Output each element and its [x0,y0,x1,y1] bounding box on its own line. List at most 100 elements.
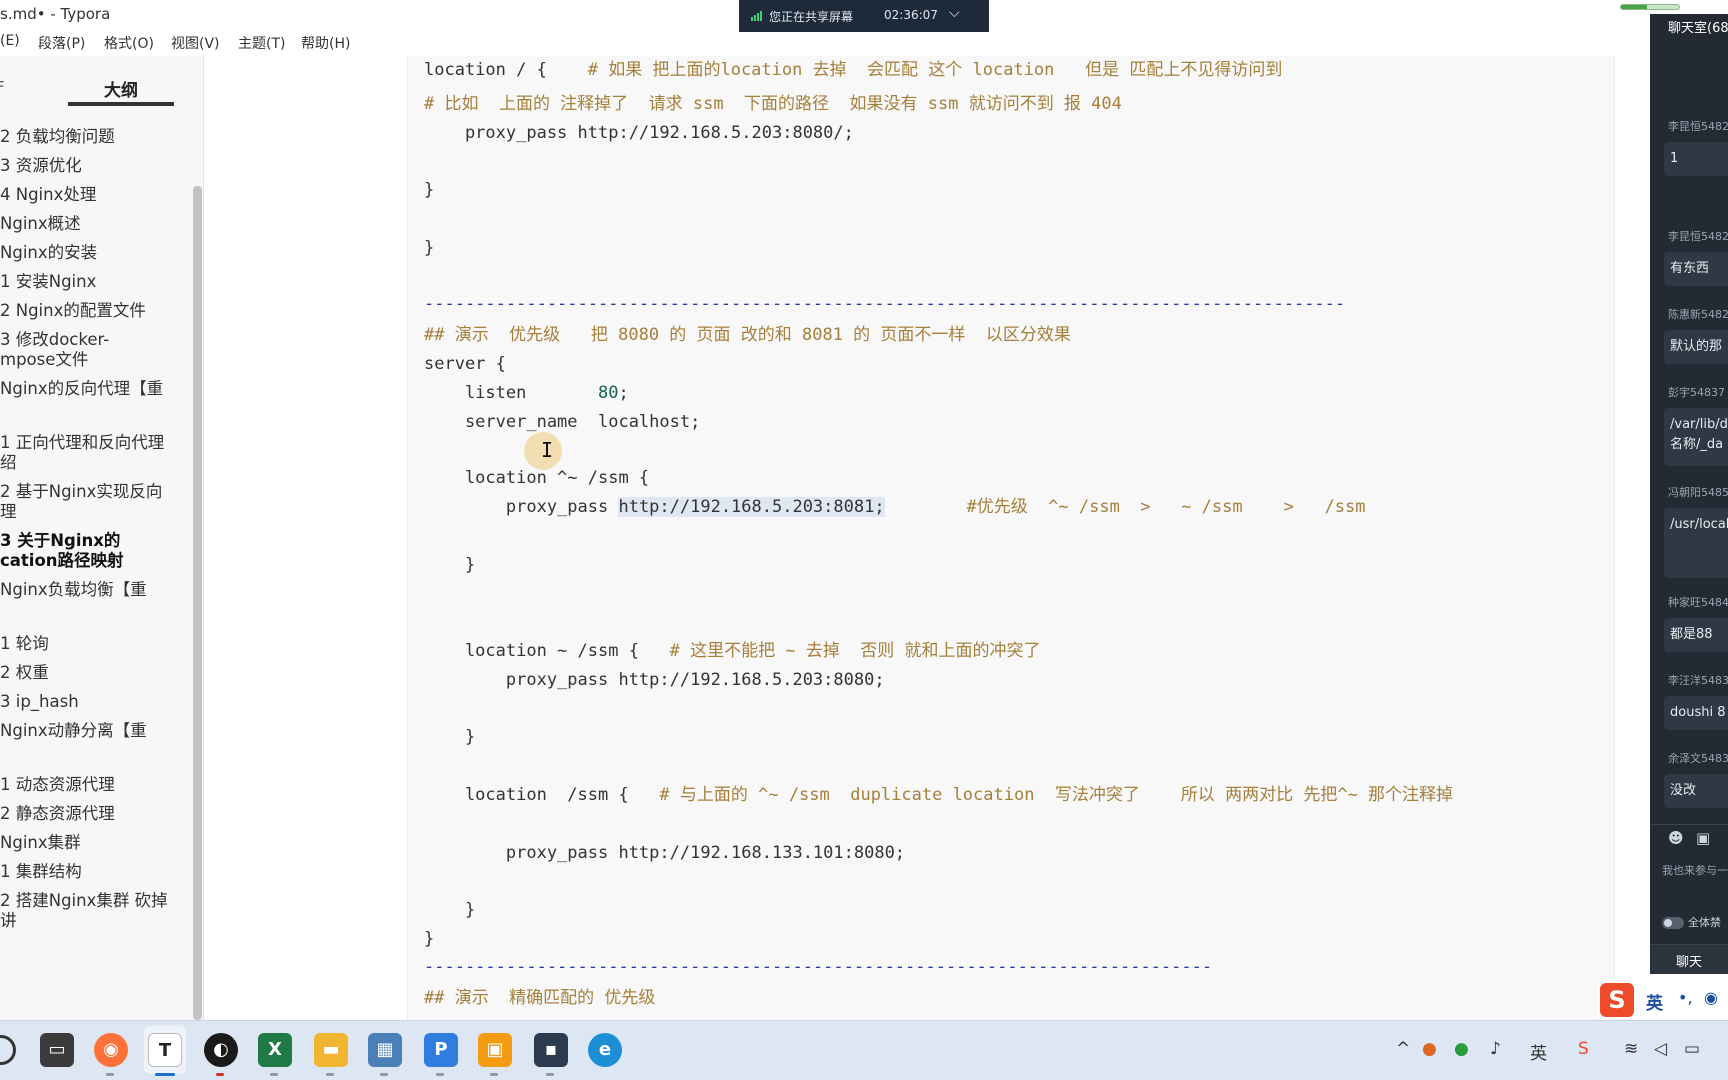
outline-item[interactable]: 2 权重 [0,662,188,684]
sidebar-scrollbar[interactable] [193,186,202,1020]
code-line[interactable]: } [424,929,434,949]
outline-item[interactable]: 1 轮询 [0,633,188,655]
outline-item[interactable]: 理 [0,501,188,523]
running-indicator [490,1073,498,1076]
typora-icon[interactable]: T [148,1033,182,1067]
firefox-icon[interactable]: ◉ [94,1033,128,1067]
code-block[interactable] [407,56,1615,1020]
chat-sender: 冯朝阳5485 [1668,486,1728,499]
code-line[interactable]: server { [424,354,506,374]
outline-item[interactable]: 2 负载均衡问题 [0,126,188,148]
outline-item[interactable]: Nginx的反向代理【重 [0,378,188,400]
tray-expand-icon[interactable]: ^ [1396,1039,1410,1059]
chat-input-hint[interactable]: 我也来参与一下 [1662,862,1728,878]
outline-item[interactable]: 讲 [0,910,188,932]
excel-icon[interactable]: X [258,1033,292,1067]
pdf-app-icon[interactable]: P [424,1033,458,1067]
menu-help[interactable]: 帮助(H) [301,33,350,53]
outline-item[interactable]: 3 资源优化 [0,155,188,177]
chat-sender: 余泽文5483 [1668,752,1728,765]
menu-theme[interactable]: 主题(T) [238,33,285,53]
outline-item[interactable]: Nginx负载均衡【重 [0,579,188,601]
chat-message: /var/lib/d 名称/_da [1664,408,1728,466]
battery-icon[interactable]: ▭ [1684,1039,1700,1059]
code-line[interactable]: location /ssm { [424,785,659,805]
outline-item[interactable]: 3 修改docker- [0,329,188,351]
outline-item[interactable]: 1 动态资源代理 [0,774,188,796]
code-line[interactable]: location ~ /ssm { [424,641,670,661]
menu-edit[interactable]: (E) [0,33,20,49]
sogou-tray-icon[interactable]: S [1578,1039,1589,1059]
code-line[interactable]: } [424,727,475,747]
mute-all-toggle[interactable]: 全体禁 [1662,914,1721,930]
outline-item[interactable]: 3 关于Nginx的 [0,530,188,552]
chat-button[interactable]: 聊天 [1650,944,1728,974]
toggle-switch-icon[interactable] [1662,917,1684,929]
code-line[interactable]: proxy_pass http://192.168.5.203:8080/; [424,123,854,143]
chat-message: 默认的那 [1664,330,1728,364]
text-cursor-icon: I [541,438,554,462]
volume-icon[interactable]: ◁ [1654,1039,1667,1059]
chevron-down-icon[interactable]: ⌵ [949,5,960,21]
code-line[interactable]: } [424,555,475,575]
code-line[interactable]: } [424,238,434,258]
outline-item[interactable]: 1 安装Nginx [0,271,188,293]
remote-desktop-icon[interactable]: ▪ [534,1033,568,1067]
code-line[interactable]: location ^~ /ssm { [424,468,649,488]
code-line[interactable]: listen [424,383,598,403]
ime-punctuation[interactable]: •, [1678,988,1693,1007]
outline-item[interactable]: 3 ip_hash [0,691,188,713]
code-line[interactable]: } [424,900,475,920]
menu-format[interactable]: 格式(O) [104,33,154,53]
wifi-icon[interactable]: ≋ [1624,1039,1638,1059]
code-line[interactable]: proxy_pass http://192.168.133.101:8080; [424,843,905,863]
menu-view[interactable]: 视图(V) [171,33,220,53]
menu-bar: (E) 段落(P) 格式(O) 视图(V) 主题(T) 帮助(H) [0,30,1650,56]
chat-sender: 李昆恒5482 [1668,120,1728,133]
outline-item[interactable]: 2 Nginx的配置文件 [0,300,188,322]
outline-item[interactable]: 1 集群结构 [0,861,188,883]
media-app-icon[interactable]: ◐ [204,1033,238,1067]
code-line[interactable]: location / { [424,60,588,80]
menu-paragraph[interactable]: 段落(P) [38,33,85,53]
outline-item[interactable]: 2 静态资源代理 [0,803,188,825]
outline-item[interactable]: Nginx动静分离【重 [0,720,188,742]
selected-text[interactable]: http://192.168.5.203:8081; [618,497,885,517]
task-view-icon[interactable]: ▭ [40,1033,74,1067]
code-line[interactable]: } [424,180,434,200]
outline-item[interactable]: Nginx的安装 [0,242,188,264]
outline-item[interactable]: Nginx集群 [0,832,188,854]
running-indicator [546,1073,554,1076]
outline-item[interactable]: 绍 [0,452,188,474]
image-icon[interactable]: ▣ [1696,829,1710,847]
code-line[interactable]: proxy_pass [424,497,618,517]
screen-share-banner[interactable]: 您正在共享屏幕 02:36:07 ⌵ [739,0,989,32]
qq-icon[interactable]: ● [1422,1039,1437,1059]
microphone-icon[interactable]: ◉ [1704,988,1718,1007]
edge-icon[interactable]: e [588,1033,622,1067]
photos-icon[interactable]: ▦ [368,1033,402,1067]
outline-item[interactable]: Nginx概述 [0,213,188,235]
ime-toolbar[interactable]: S 英 •, ◉ [1598,982,1728,1018]
chat-message: doushi 8 [1664,696,1728,730]
outline-item[interactable]: 2 搭建Nginx集群 砍掉 [0,890,188,912]
outline-item[interactable]: cation路径映射 [0,550,188,572]
editor-area[interactable] [205,56,1650,1020]
sogou-logo-icon[interactable]: S [1600,983,1634,1017]
code-number: 80 [598,383,619,403]
outline-item[interactable]: 1 正向代理和反向代理 [0,432,188,454]
outline-item[interactable]: 4 Nginx处理 [0,184,188,206]
ime-language[interactable]: 英 [1646,989,1663,1014]
ime-tray-icon[interactable]: 英 [1530,1039,1547,1064]
microphone-tray-icon[interactable]: ♪ [1490,1039,1501,1059]
window-app-icon[interactable]: ▣ [478,1033,512,1067]
wechat-icon[interactable]: ● [1454,1039,1469,1059]
file-explorer-icon[interactable]: ▬ [314,1033,348,1067]
code-line[interactable]: server_name localhost; [424,412,700,432]
outline-item[interactable]: mpose文件 [0,349,188,371]
code-comment: ## 演示 优先级 把 8080 的 页面 改的和 8081 的 页面不一样 以… [424,325,1071,345]
outline-item[interactable]: 2 基于Nginx实现反向 [0,481,188,503]
search-icon[interactable] [0,1035,16,1065]
emoji-icon[interactable]: ☻ [1668,829,1684,847]
code-line[interactable]: proxy_pass http://192.168.5.203:8080; [424,670,885,690]
